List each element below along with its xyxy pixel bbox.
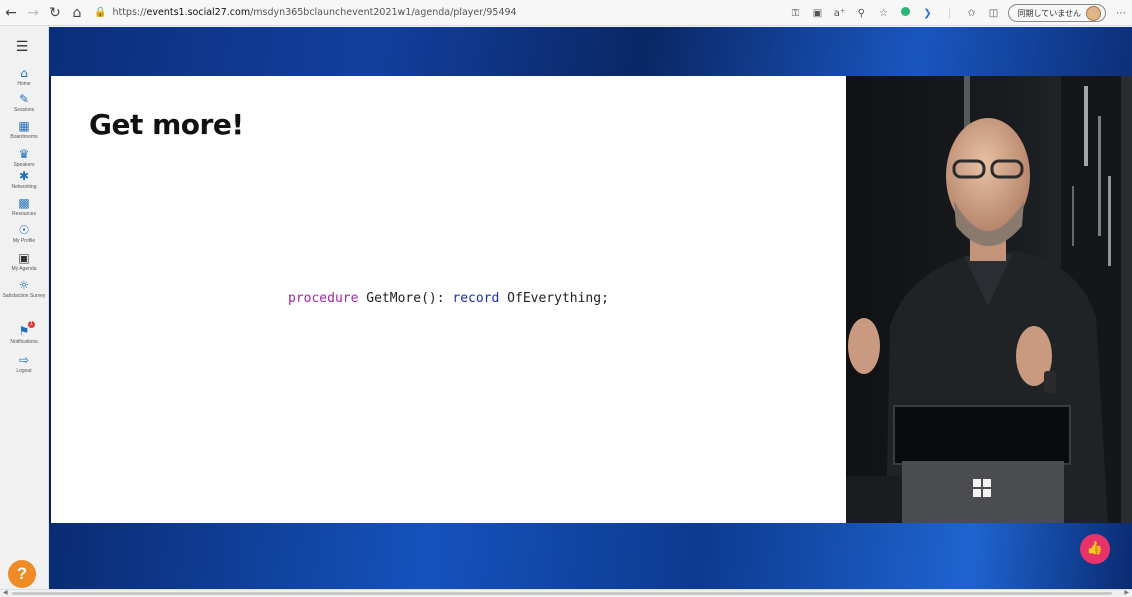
slide-title: Get more! xyxy=(89,108,244,141)
background-band-bottom xyxy=(49,523,1132,589)
sidebar-item-label: Home xyxy=(17,81,31,87)
survey-icon: ☼ xyxy=(18,278,30,292)
sidebar-item-sessions[interactable]: ✎ Sessions xyxy=(0,93,48,114)
scroll-right-icon[interactable]: ▶ xyxy=(1124,589,1129,596)
sidebar-item-label: Boardrooms xyxy=(10,134,38,140)
speaker-video-frame xyxy=(846,76,1132,523)
sync-status-button[interactable]: 同期していません xyxy=(1008,4,1106,22)
help-button[interactable]: ? xyxy=(8,560,36,588)
key-icon[interactable]: ⚿ xyxy=(784,8,806,19)
more-icon[interactable]: ⋯ xyxy=(1110,8,1132,19)
sidebar-item-boardrooms[interactable]: ▦ Boardrooms xyxy=(0,120,48,141)
code-rest: OfEverything; xyxy=(499,291,609,306)
logout-icon: ⇨ xyxy=(18,353,30,367)
horizontal-scrollbar[interactable]: ◀ ▶ xyxy=(0,589,1132,597)
sidebar-item-label: My Agenda xyxy=(11,266,37,272)
collections-icon[interactable]: ◫ xyxy=(982,8,1004,19)
scroll-left-icon[interactable]: ◀ xyxy=(3,589,8,596)
sidebar-item-label: Satisfaction Survey xyxy=(2,293,46,299)
speaker-video[interactable] xyxy=(846,76,1132,523)
home-browser-icon[interactable]: ⌂ xyxy=(66,2,88,24)
sidebar-item-label: Networking xyxy=(11,184,37,190)
extension-green-icon[interactable] xyxy=(894,7,916,19)
code-snippet: procedure GetMore(): record OfEverything… xyxy=(288,291,609,306)
sync-status-label: 同期していません xyxy=(1017,8,1081,18)
sidebar-item-label: Resources xyxy=(12,211,36,217)
pen-icon: ✎ xyxy=(18,92,30,106)
network-icon: ✱ xyxy=(18,169,30,183)
sidebar-item-my-profile[interactable]: ☉ My Profile xyxy=(0,224,48,245)
url-host: events1.social27.com xyxy=(146,7,251,18)
presentation-slide: Get more! procedure GetMore(): record Of… xyxy=(51,76,846,523)
favorites-icon[interactable]: ✩ xyxy=(960,8,982,19)
code-name: GetMore(): xyxy=(358,291,453,306)
sidebar-item-label: Notifications xyxy=(10,339,38,345)
menu-icon[interactable]: ☰ xyxy=(14,39,30,55)
sidebar-item-label: Logout xyxy=(16,368,32,374)
home-icon: ⌂ xyxy=(20,66,28,80)
app-icon[interactable]: ▣ xyxy=(806,8,828,19)
sidebar: ☰ ⌂ Home ✎ Sessions ▦ Boardrooms ♛ Speak… xyxy=(0,27,49,592)
sidebar-item-notifications[interactable]: ⚑ 1 Notifications xyxy=(0,321,48,346)
sidebar-item-label: My Profile xyxy=(12,238,36,244)
background-band-top xyxy=(49,27,1132,76)
lock-icon: 🔒 xyxy=(94,7,107,18)
player-stage: Get more! procedure GetMore(): record Of… xyxy=(49,27,1132,589)
sidebar-item-satisfaction-survey[interactable]: ☼ Satisfaction Survey xyxy=(0,279,48,300)
read-aloud-icon[interactable]: a⁺ xyxy=(828,8,850,19)
like-icon[interactable]: 👍 xyxy=(1080,534,1110,564)
resource-icon: ▩ xyxy=(18,196,30,210)
speaker-icon: ♛ xyxy=(18,147,30,161)
sidebar-item-home[interactable]: ⌂ Home xyxy=(0,67,48,88)
sidebar-item-my-agenda[interactable]: ▣ My Agenda xyxy=(0,252,48,273)
sidebar-item-resources[interactable]: ▩ Resources xyxy=(0,197,48,218)
extension-blue-icon[interactable]: ❯ xyxy=(916,8,938,19)
bell-icon: ⚑ 1 xyxy=(18,321,35,338)
profile-icon: ☉ xyxy=(18,223,30,237)
browser-toolbar: ← → ↻ ⌂ 🔒 https://events1.social27.com/m… xyxy=(0,0,1132,26)
zoom-icon[interactable]: ⚲ xyxy=(850,8,872,19)
profile-avatar xyxy=(1086,5,1101,21)
sidebar-item-logout[interactable]: ⇨ Logout xyxy=(0,354,48,375)
back-icon[interactable]: ← xyxy=(0,2,22,24)
sidebar-item-networking[interactable]: ✱ Networking xyxy=(0,170,48,191)
separator: | xyxy=(947,7,952,19)
sidebar-item-label: Sessions xyxy=(13,107,35,113)
keyword-procedure: procedure xyxy=(288,291,359,306)
url-prefix: https:// xyxy=(112,7,147,18)
notification-badge: 1 xyxy=(28,321,35,328)
sidebar-item-label: Speakers xyxy=(13,162,35,168)
favorite-add-icon[interactable]: ☆ xyxy=(872,8,894,19)
calendar-icon: ▣ xyxy=(18,251,30,265)
sidebar-item-speakers[interactable]: ♛ Speakers xyxy=(0,148,48,169)
forward-icon[interactable]: → xyxy=(22,2,44,24)
scrollbar-thumb[interactable] xyxy=(12,592,1112,595)
address-bar[interactable]: 🔒 https://events1.social27.com/msdyn365b… xyxy=(94,3,774,23)
refresh-icon[interactable]: ↻ xyxy=(44,2,66,24)
url-path: /msdyn365bclaunchevent2021w1/agenda/play… xyxy=(250,7,517,18)
keyword-record: record xyxy=(452,291,500,306)
grid-icon: ▦ xyxy=(18,119,30,133)
